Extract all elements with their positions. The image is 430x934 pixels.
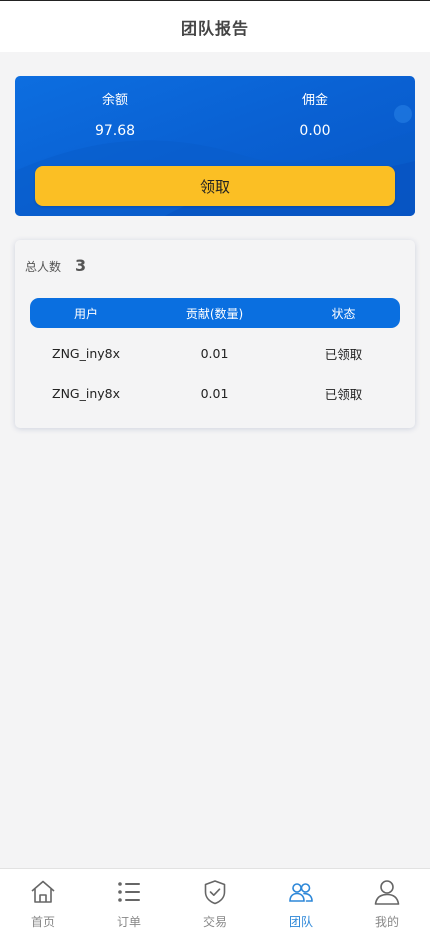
row-status: 已领取 (324, 386, 363, 402)
total-members: 总人数 3 (25, 256, 86, 275)
team-card: 总人数 3 用户 贡献(数量) 状态 ZNG_iny8x 0.01 已领取 ZN… (15, 240, 415, 428)
tab-mine-label: 我的 (374, 915, 399, 929)
bottom-tab-bar: 首页 订单 交易 团队 我的 (0, 868, 430, 934)
column-contribution: 贡献(数量) (185, 306, 244, 321)
total-members-value: 3 (75, 256, 87, 275)
balance-label: 余额 (101, 93, 128, 108)
row-user: ZNG_iny8x (52, 345, 120, 361)
tab-team[interactable]: 团队 (258, 869, 344, 934)
column-user: 用户 (73, 306, 98, 321)
row-user: ZNG_iny8x (52, 385, 120, 401)
row-status: 已领取 (324, 346, 363, 362)
balance-value: 97.68 (94, 123, 136, 139)
tab-home[interactable]: 首页 (0, 869, 86, 934)
claim-button[interactable]: 领取 (35, 166, 395, 206)
top-header: 团队报告 (0, 0, 430, 52)
tab-team-label: 团队 (288, 915, 313, 929)
tab-home-label: 首页 (30, 915, 55, 929)
page-title: 团队报告 (180, 18, 249, 38)
total-members-label: 总人数 (25, 260, 62, 274)
tab-orders[interactable]: 订单 (86, 869, 172, 934)
tab-trade[interactable]: 交易 (172, 869, 258, 934)
column-status: 状态 (331, 306, 356, 321)
user-icon (374, 880, 400, 905)
table-row: ZNG_iny8x 0.01 已领取 (30, 338, 400, 368)
table-header: 用户 贡献(数量) 状态 (30, 298, 400, 328)
home-icon (31, 880, 55, 903)
balance-stat: 余额 97.68 (15, 92, 215, 141)
shield-check-icon (204, 880, 226, 905)
tab-trade-label: 交易 (202, 915, 227, 929)
commission-value: 0.00 (299, 123, 331, 139)
table-row: ZNG_iny8x 0.01 已领取 (30, 378, 400, 408)
tab-mine[interactable]: 我的 (344, 869, 430, 934)
team-icon (289, 883, 313, 902)
list-icon (118, 882, 140, 902)
row-contribution: 0.01 (200, 345, 229, 361)
row-contribution: 0.01 (200, 385, 229, 401)
commission-label: 佣金 (301, 93, 328, 108)
balance-card: 余额 97.68 佣金 0.00 领取 (15, 76, 415, 216)
commission-stat: 佣金 0.00 (215, 92, 415, 141)
tab-orders-label: 订单 (116, 915, 141, 929)
